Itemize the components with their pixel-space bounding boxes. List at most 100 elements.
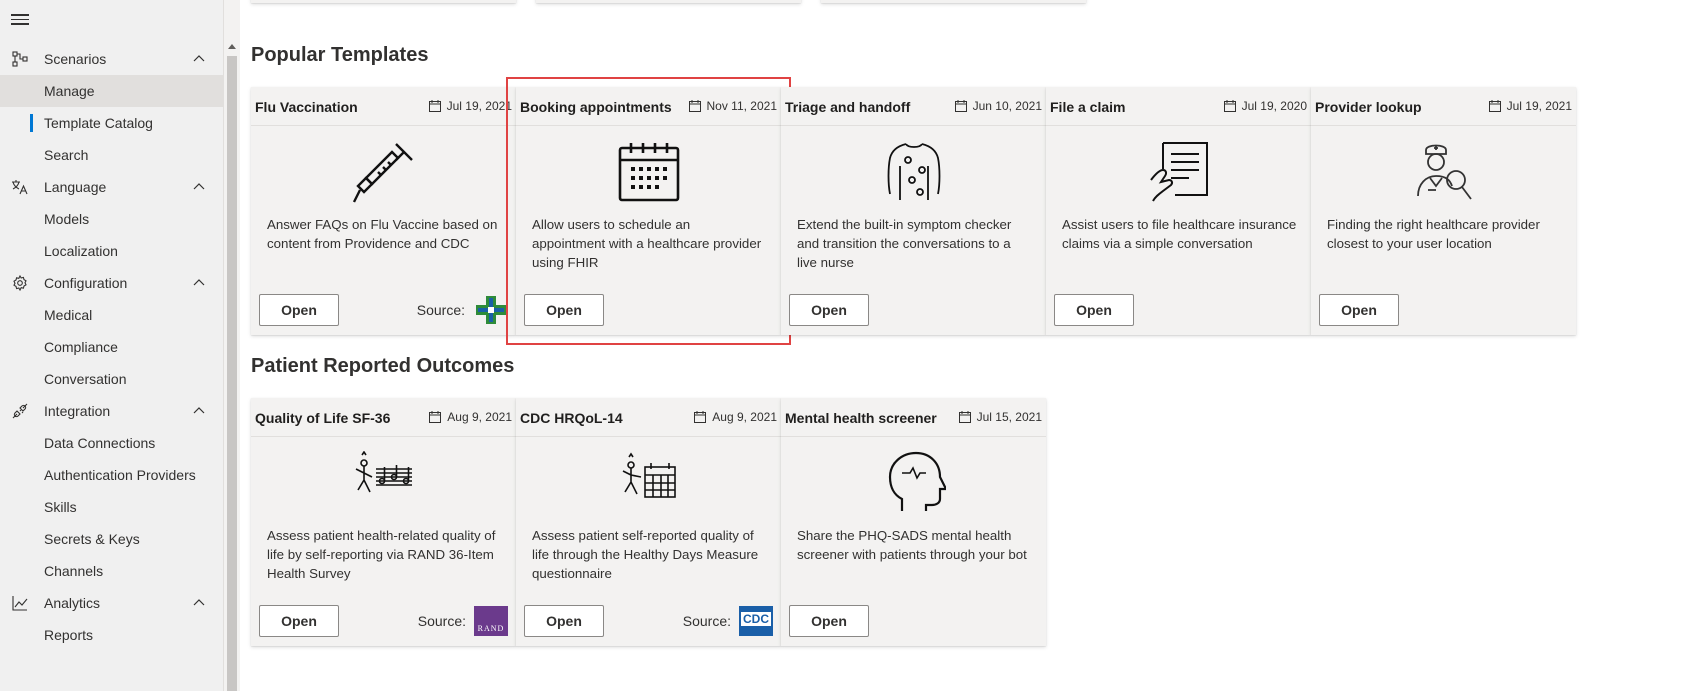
calendar-small-icon [428, 100, 441, 112]
plug-icon [11, 402, 29, 420]
card-description: Assess patient health-related quality of… [267, 528, 496, 581]
sidebar-nav: Scenarios Manage Template Catalog Search… [0, 0, 224, 691]
cutoff-card[interactable] [536, 0, 801, 3]
card-date: Jul 19, 2020 [1223, 99, 1307, 113]
template-card-quality-of-life[interactable]: Quality of Life SF-36 Aug 9, 2021 Assess… [251, 398, 516, 646]
card-source: Source: CDC [683, 606, 773, 636]
sidebar-item-compliance[interactable]: Compliance [0, 331, 224, 363]
card-description: Allow users to schedule an appointment w… [532, 217, 762, 270]
cutoff-card[interactable] [821, 0, 1086, 3]
flow-icon [11, 50, 29, 68]
calendar-small-icon [1223, 100, 1236, 112]
sidebar-item-reports[interactable]: Reports [0, 619, 224, 651]
person-calendar-icon [516, 448, 781, 518]
card-date-text: Jun 10, 2021 [972, 99, 1042, 113]
template-card-file-a-claim[interactable]: File a claim Jul 19, 2020 Assist users t… [1046, 87, 1311, 335]
claim-form-icon [1046, 137, 1311, 207]
nav-group-analytics[interactable]: Analytics [0, 587, 224, 619]
template-card-flu-vaccination[interactable]: Flu Vaccination Jul 19, 2021 Answer FAQs… [251, 87, 516, 335]
sidebar-item-skills[interactable]: Skills [0, 491, 224, 523]
sidebar-item-conversation[interactable]: Conversation [0, 363, 224, 395]
card-header: Quality of Life SF-36 Aug 9, 2021 [251, 398, 516, 437]
card-date: Jul 19, 2021 [1488, 99, 1572, 113]
card-description: Assist users to file healthcare insuranc… [1062, 217, 1297, 251]
calendar-small-icon [694, 411, 707, 423]
card-description: Extend the built-in symptom checker and … [797, 217, 1012, 270]
open-button[interactable]: Open [524, 605, 604, 637]
sidebar-item-channels[interactable]: Channels [0, 555, 224, 587]
template-card-provider-lookup[interactable]: Provider lookup Jul 19, 2021 Finding the… [1311, 87, 1576, 335]
main-scrollbar[interactable] [224, 0, 240, 691]
card-date-text: Jul 15, 2021 [976, 410, 1042, 424]
chevron-up-icon[interactable] [192, 180, 206, 194]
scroll-thumb[interactable] [227, 56, 237, 691]
open-button[interactable]: Open [259, 294, 339, 326]
nav-group-configuration[interactable]: Configuration [0, 267, 224, 299]
card-title: Mental health screener [785, 410, 937, 426]
sidebar-item-label: Manage [44, 83, 95, 99]
card-title: File a claim [1050, 99, 1126, 115]
scroll-up-arrow-icon[interactable] [228, 44, 236, 49]
card-title: Quality of Life SF-36 [255, 410, 391, 426]
nav-group-integration[interactable]: Integration [0, 395, 224, 427]
sidebar-item-authentication-providers[interactable]: Authentication Providers [0, 459, 224, 491]
open-button[interactable]: Open [789, 294, 869, 326]
card-date-text: Jul 19, 2020 [1241, 99, 1307, 113]
chevron-up-icon[interactable] [192, 276, 206, 290]
open-button[interactable]: Open [259, 605, 339, 637]
card-description: Finding the right healthcare provider cl… [1327, 217, 1540, 251]
main-content: Popular Templates Flu Vaccination Jul 19… [240, 0, 1683, 691]
open-button[interactable]: Open [1319, 294, 1399, 326]
template-card-triage-and-handoff[interactable]: Triage and handoff Jun 10, 2021 Extend t… [781, 87, 1046, 335]
rand-logo-text: RAND [477, 624, 505, 633]
head-pulse-icon [781, 448, 1046, 518]
providence-logo [473, 295, 508, 325]
section-title-popular: Popular Templates [251, 44, 429, 66]
sidebar-item-search[interactable]: Search [0, 139, 224, 171]
open-button[interactable]: Open [789, 605, 869, 637]
chevron-up-icon[interactable] [192, 596, 206, 610]
card-description: Assess patient self-reported quality of … [532, 528, 759, 581]
open-button[interactable]: Open [1054, 294, 1134, 326]
sidebar-item-label: Models [44, 211, 90, 227]
template-card-cdc-hrqol[interactable]: CDC HRQoL-14 Aug 9, 2021 Assess patient … [516, 398, 781, 646]
nav-group-scenarios[interactable]: Scenarios [0, 43, 224, 75]
gear-icon [11, 274, 29, 292]
sidebar-item-manage[interactable]: Manage [0, 75, 224, 107]
source-label: Source: [682, 613, 731, 629]
nav-group-label: Configuration [44, 275, 128, 291]
sidebar-item-secrets-keys[interactable]: Secrets & Keys [0, 523, 224, 555]
card-date-text: Nov 11, 2021 [706, 99, 778, 113]
template-card-booking-appointments[interactable]: Booking appointments Nov 11, 2021 Allow … [506, 77, 791, 345]
card-description: Share the PHQ-SADS mental health screene… [797, 528, 1027, 562]
sidebar-item-models[interactable]: Models [0, 203, 224, 235]
chart-icon [11, 594, 29, 612]
card-source: Source: [417, 295, 508, 325]
chevron-up-icon[interactable] [192, 52, 206, 66]
sidebar-item-localization[interactable]: Localization [0, 235, 224, 267]
nav-group-language[interactable]: Language [0, 171, 224, 203]
sidebar-item-label: Conversation [44, 371, 127, 387]
nav-group-label: Scenarios [44, 51, 107, 67]
language-icon [11, 178, 29, 196]
card-source: Source: RAND [418, 606, 508, 636]
card-header: Mental health screener Jul 15, 2021 [781, 398, 1046, 437]
hamburger-menu-icon[interactable] [11, 12, 29, 28]
template-card-mental-health-screener[interactable]: Mental health screener Jul 15, 2021 Shar… [781, 398, 1046, 646]
card-title: CDC HRQoL-14 [520, 410, 623, 426]
source-label: Source: [416, 302, 465, 318]
body-symptom-icon [781, 137, 1046, 207]
chevron-up-icon[interactable] [192, 404, 206, 418]
card-description: Answer FAQs on Flu Vaccine based on cont… [267, 217, 498, 251]
sidebar-item-template-catalog[interactable]: Template Catalog [0, 107, 224, 139]
card-title: Triage and handoff [785, 99, 911, 115]
card-date-text: Jul 19, 2021 [446, 99, 512, 113]
calendar-icon [516, 137, 781, 207]
card-date-text: Aug 9, 2021 [712, 410, 777, 424]
sidebar-item-label: Reports [44, 627, 94, 643]
syringe-icon [251, 137, 516, 207]
sidebar-item-data-connections[interactable]: Data Connections [0, 427, 224, 459]
sidebar-item-medical[interactable]: Medical [0, 299, 224, 331]
cutoff-card[interactable] [251, 0, 516, 3]
open-button[interactable]: Open [524, 294, 604, 326]
